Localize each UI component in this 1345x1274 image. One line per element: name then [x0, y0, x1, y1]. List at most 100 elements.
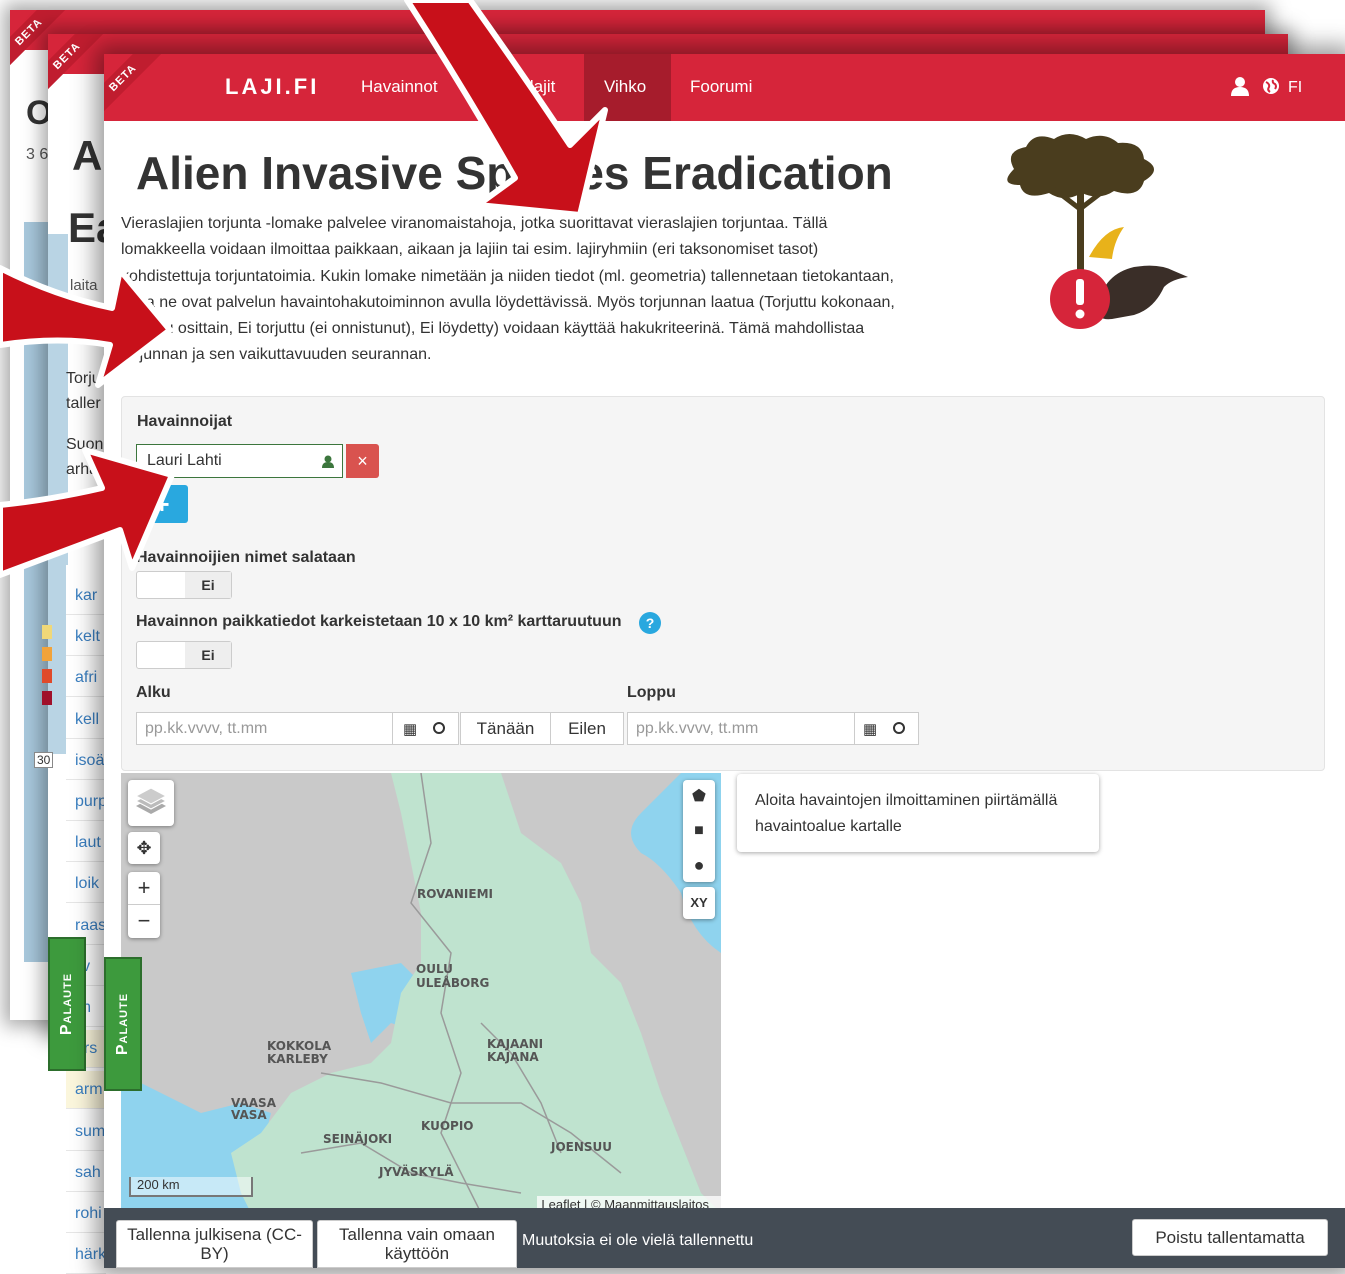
map-city-label: SEINÄJOKI [323, 1131, 392, 1146]
exit-without-saving-button[interactable]: Poistu tallentamatta [1132, 1219, 1328, 1256]
palaute-tab[interactable]: Palaute [104, 957, 142, 1091]
back-species-item[interactable]: rohi [66, 1195, 106, 1233]
back-title-fragment: A [72, 132, 103, 179]
coarse-location-toggle[interactable]: Ei [136, 641, 232, 669]
help-icon[interactable]: ? [639, 612, 661, 634]
save-status: Muutoksia ei ole vielä tallennettu [522, 1232, 754, 1249]
save-public-button[interactable]: Tallenna julkisena (CC-BY) [116, 1220, 313, 1268]
start-date-placeholder: pp.kk.vvvv, tt.mm [145, 720, 268, 737]
back-species-item[interactable]: kar [66, 577, 106, 615]
observer-value: Lauri Lahti [147, 452, 222, 469]
end-date-input[interactable]: pp.kk.vvvv, tt.mm [627, 712, 855, 745]
footer-bar: Tallenna julkisena (CC-BY) Tallenna vain… [104, 1208, 1345, 1268]
end-calendar-button[interactable]: ▦ [854, 712, 919, 745]
map-city-label: VASA [231, 1108, 267, 1122]
remove-observer-button[interactable]: × [346, 444, 379, 478]
map-city-label: KAJANA [487, 1050, 539, 1064]
toggle-off-state: Ei [185, 642, 231, 668]
back-species-item[interactable]: härk [66, 1236, 106, 1274]
back-text-fragment: arha [66, 461, 99, 478]
nav-item-vihko-active[interactable]: Vihko [584, 54, 671, 121]
back-species-item[interactable]: laut [66, 824, 106, 863]
scale-bar: 200 km [129, 1177, 253, 1197]
zoom-in-button[interactable]: + [128, 872, 160, 905]
observer-input[interactable]: Lauri Lahti [136, 444, 343, 478]
language-selector[interactable]: FI [1288, 79, 1302, 97]
form-panel: Havainnoijat Lauri Lahti × + Havainnoiji… [121, 396, 1325, 771]
clock-icon [893, 722, 905, 734]
today-button[interactable]: Tänään [460, 712, 551, 745]
layers-icon [134, 787, 168, 814]
back-text-fragment: laita [70, 277, 98, 294]
back-species-item[interactable]: sah [66, 1153, 106, 1192]
back-species-item[interactable]: afri [66, 659, 106, 698]
zoom-control: + − [128, 872, 160, 938]
back-species-item[interactable]: kell [66, 700, 106, 739]
close-icon: × [357, 451, 368, 471]
palaute-tab-back[interactable]: Palaute [48, 937, 86, 1071]
back-species-item[interactable]: kelt [66, 618, 106, 657]
back-subtitle-fragment: 3 6 [26, 146, 49, 163]
yesterday-button[interactable]: Eilen [550, 712, 624, 745]
back-species-item[interactable]: purp [66, 783, 106, 821]
draw-rectangle-button[interactable]: ■ [683, 814, 715, 848]
back-text-fragment: taller [66, 395, 101, 412]
draw-toolbar: ⬟ ■ ● [683, 780, 715, 882]
back-species-list: Torju taller Suon arha kar kelt afri kell is… [66, 370, 106, 1274]
map-city-label: ULEÅBORG [416, 975, 489, 990]
map[interactable]: ROVANIEMI OULU ULEÅBORG KOKKOLA KARLEBY … [121, 773, 721, 1213]
draw-polygon-button[interactable]: ⬟ [683, 780, 715, 814]
xy-button[interactable]: XY [683, 887, 715, 919]
nav-item-havainnot[interactable]: Havainnot [361, 77, 438, 97]
back-legend-swatches [42, 625, 52, 725]
map-city-label: KOKKOLA [267, 1039, 332, 1053]
locate-button[interactable]: ✥ [128, 832, 160, 864]
nav-item-foorumi[interactable]: Foorumi [690, 77, 752, 97]
back-text-fragment: Torju [66, 370, 101, 387]
map-city-label: KUOPIO [421, 1119, 474, 1133]
back-species-item[interactable]: sum [66, 1112, 106, 1151]
brand-logo[interactable]: LAJI.FI [225, 74, 319, 100]
page-description: Vieraslajien torjunta -lomake palvelee v… [121, 215, 895, 364]
nav-item-vieraslajit[interactable]: Vieraslajit [482, 77, 555, 97]
map-city-label: KAJAANI [487, 1037, 543, 1051]
draw-circle-button[interactable]: ● [683, 848, 715, 882]
map-city-label: JYVÄSKYLÄ [378, 1164, 454, 1179]
back-species-item[interactable]: isoä [66, 741, 106, 780]
coarse-location-label: Havainnon paikkatiedot karkeistetaan 10 … [136, 613, 622, 630]
map-city-label: KARLEBY [267, 1052, 328, 1066]
user-icon[interactable] [1231, 76, 1249, 96]
start-label: Alku [136, 684, 171, 701]
map-tiles: ROVANIEMI OULU ULEÅBORG KOKKOLA KARLEBY … [121, 773, 721, 1213]
hide-names-label: Havainnoijien nimet salataan [136, 549, 356, 566]
map-city-label: OULU [416, 962, 453, 976]
add-observer-button[interactable]: + [136, 485, 188, 523]
user-check-icon [322, 455, 334, 473]
clock-icon [433, 722, 445, 734]
map-city-label: ROVANIEMI [417, 887, 493, 901]
back-species-item[interactable]: loik [66, 865, 106, 904]
zoom-out-button[interactable]: − [128, 905, 160, 937]
save-private-button[interactable]: Tallenna vain omaan käyttöön [317, 1220, 517, 1268]
crosshair-icon: ✥ [136, 838, 152, 858]
start-calendar-button[interactable]: ▦ [392, 712, 459, 745]
calendar-icon: ▦ [403, 721, 418, 738]
invasive-species-logo [994, 129, 1194, 334]
calendar-icon: ▦ [863, 721, 878, 738]
observers-label: Havainnoijat [137, 413, 233, 430]
start-date-input[interactable]: pp.kk.vvvv, tt.mm [136, 712, 393, 745]
back-scale-fragment: 30 [34, 752, 54, 768]
map-city-label: JOENSUU [550, 1140, 612, 1154]
end-label: Loppu [627, 684, 676, 701]
nav-item-vihko-label: Vihko [604, 77, 647, 96]
globe-icon[interactable] [1262, 77, 1280, 95]
navbar: LAJI.FI Havainnot Vieraslajit Vihko Foor… [104, 54, 1345, 121]
back-species-item[interactable]: arm [66, 1071, 106, 1110]
hide-names-toggle[interactable]: Ei [136, 571, 232, 599]
layers-button[interactable] [128, 780, 174, 826]
page-title: Alien Invasive Species Eradication [136, 147, 893, 199]
toggle-off-state: Ei [185, 572, 231, 598]
back-text-fragment: Suon [66, 436, 104, 453]
main-window: LAJI.FI Havainnot Vieraslajit Vihko Foor… [104, 54, 1345, 1268]
end-date-placeholder: pp.kk.vvvv, tt.mm [636, 720, 759, 737]
